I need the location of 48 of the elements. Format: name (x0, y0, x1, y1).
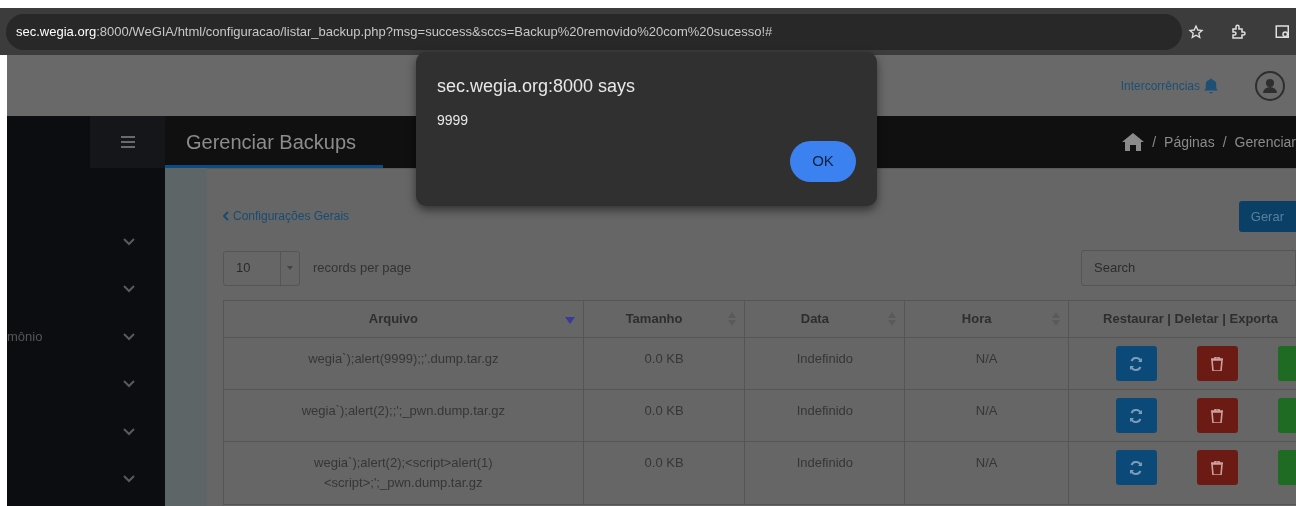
delete-button[interactable] (1197, 346, 1238, 381)
dialog-message: 9999 (437, 111, 470, 130)
chevron-down-icon[interactable] (123, 285, 135, 294)
refresh-icon (1129, 408, 1144, 423)
refresh-icon (1129, 460, 1144, 475)
caret-icon (287, 266, 293, 270)
page-length-select[interactable]: 10 (223, 250, 300, 286)
restore-button[interactable] (1116, 346, 1157, 381)
chevron-down-icon[interactable] (123, 380, 135, 389)
trash-icon (1211, 408, 1224, 423)
column-header[interactable]: Tamanho (583, 300, 745, 338)
chevron-down-icon[interactable] (123, 237, 135, 246)
breadcrumb-separator: / (1152, 132, 1157, 152)
trash-icon (1211, 356, 1224, 371)
delete-button[interactable] (1197, 450, 1238, 485)
star-icon[interactable] (1188, 23, 1204, 40)
breadcrumb-item[interactable]: Páginas (1164, 131, 1215, 153)
column-header[interactable]: Data (744, 300, 905, 338)
delete-button[interactable] (1197, 398, 1238, 433)
dialog-title: sec.wegia.org:8000 says (437, 75, 637, 98)
restore-button[interactable] (1116, 450, 1157, 485)
breadcrumb-item[interactable]: Gerenciar (1234, 131, 1296, 153)
avatar-icon[interactable] (1254, 69, 1286, 102)
bell-icon (1202, 76, 1220, 95)
back-link[interactable]: Configurações Gerais (223, 207, 350, 225)
breadcrumb-separator: / (1222, 132, 1227, 152)
column-header[interactable]: Arquivo (223, 300, 584, 338)
sidebar-label[interactable]: mônio (7, 327, 43, 347)
menu-icon (120, 136, 135, 148)
restore-button[interactable] (1116, 398, 1157, 433)
chevron-down-icon[interactable] (123, 332, 135, 341)
chevron-down-icon[interactable] (123, 475, 135, 484)
home-icon[interactable] (1122, 133, 1145, 151)
column-header[interactable]: Hora (904, 300, 1069, 338)
menu-toggle[interactable] (90, 116, 165, 168)
sort-desc-icon (564, 317, 575, 324)
chevron-down-icon[interactable] (123, 427, 135, 436)
page-title: Gerenciar Backups (186, 130, 357, 155)
chevron-left-icon (223, 211, 229, 221)
ok-button[interactable]: OK (790, 141, 856, 182)
trash-icon (1211, 460, 1224, 475)
window-search-icon[interactable] (1274, 22, 1292, 41)
header-link[interactable]: Intercorrências (1120, 76, 1200, 95)
refresh-icon (1129, 356, 1144, 371)
search-field[interactable]: Search (1081, 250, 1296, 286)
column-header: Restaurar | Deletar | Exporta (1068, 300, 1296, 338)
extensions-icon[interactable] (1230, 22, 1248, 41)
generate-button[interactable]: Gerar (1238, 201, 1296, 232)
